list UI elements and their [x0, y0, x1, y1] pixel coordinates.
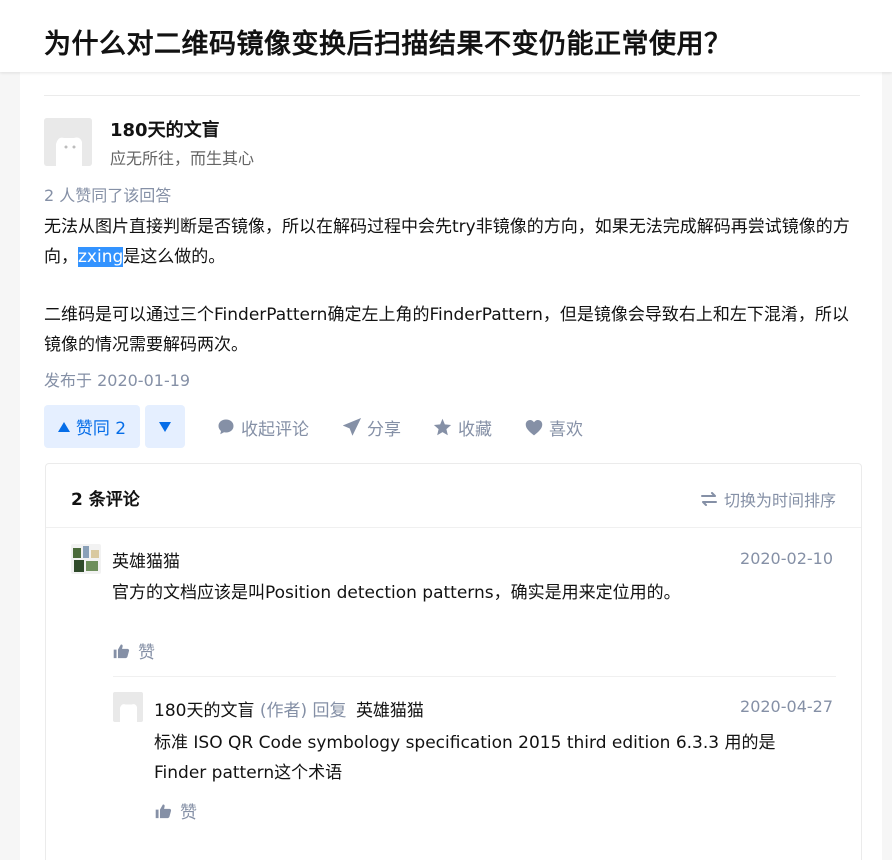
switch-arrows-icon	[700, 492, 717, 506]
collapse-comments-button[interactable]: 收起评论	[217, 415, 309, 440]
collapse-comments-label: 收起评论	[241, 419, 309, 440]
reply-like-button[interactable]: 赞	[155, 798, 197, 823]
favorite-button[interactable]: 收藏	[433, 415, 492, 440]
reply-like-label: 赞	[180, 803, 197, 823]
commenter-name[interactable]: 英雄猫猫	[112, 547, 180, 572]
author-avatar[interactable]	[44, 118, 92, 166]
comment-like-button[interactable]: 赞	[113, 638, 155, 663]
vote-down-button[interactable]	[145, 405, 185, 448]
triangle-down-icon	[159, 421, 171, 432]
commenter-avatar[interactable]	[71, 544, 101, 574]
comment-like-label: 赞	[138, 643, 155, 663]
reply-word: 回复	[312, 701, 347, 721]
publish-time[interactable]: 发布于 2020-01-19	[44, 367, 190, 391]
answer-card: 180天的文盲 应无所往，而生其心 2 人赞同了该回答 无法从图片直接判断是否镜…	[20, 40, 882, 860]
share-button[interactable]: 分享	[343, 415, 401, 440]
avatar-image	[71, 544, 101, 574]
avatar-placeholder-icon	[113, 692, 143, 722]
answer-paragraph-2: 二维码是可以通过三个FinderPattern确定左上角的FinderPatte…	[44, 305, 849, 355]
thumbs-up-icon	[155, 804, 172, 818]
comments-count: 2 条评论	[71, 490, 140, 510]
author-bio: 应无所往，而生其心	[110, 149, 255, 168]
comment-date: 2020-02-10	[740, 549, 833, 568]
avatar-placeholder-icon	[44, 118, 92, 166]
answer-actions: 赞同 2 收起评论 分享 收藏 喜欢	[44, 405, 864, 449]
comments-panel: 2 条评论 切换为时间排序 英雄猫猫 2020-02-10 官方的文档应该是叫P…	[45, 463, 862, 860]
comments-header: 2 条评论 切换为时间排序	[46, 464, 861, 528]
sort-toggle-button[interactable]: 切换为时间排序	[700, 487, 836, 511]
comment-icon	[218, 419, 234, 435]
author-tag: (作者)	[259, 701, 308, 721]
share-icon	[343, 418, 361, 436]
reply-text-line-2: Finder pattern这个术语	[154, 763, 343, 783]
favorite-label: 收藏	[458, 419, 492, 440]
vote-up-button[interactable]: 赞同 2	[44, 405, 140, 448]
heart-icon	[525, 419, 543, 435]
reply-author-name[interactable]: 180天的文盲	[154, 701, 254, 721]
reply-divider	[113, 676, 836, 677]
like-label: 喜欢	[549, 419, 583, 440]
vote-up-label: 赞同 2	[75, 419, 127, 439]
selected-text-zxing: zxing	[78, 247, 124, 267]
answer-text: 是这么做的。	[123, 247, 226, 267]
reply-author-avatar[interactable]	[113, 692, 143, 722]
reply-text-line-1: 标准 ISO QR Code symbology specification 2…	[154, 733, 776, 753]
reply-header: 180天的文盲 (作者) 回复 英雄猫猫	[154, 696, 424, 721]
sort-toggle-label: 切换为时间排序	[723, 491, 836, 510]
reply-text: 标准 ISO QR Code symbology specification 2…	[154, 728, 844, 788]
star-icon	[433, 418, 452, 436]
question-title[interactable]: 为什么对二维码镜像变换后扫描结果不变仍能正常使用？	[44, 22, 732, 61]
answer-content: 无法从图片直接判断是否镜像，所以在解码过程中会先try非镜像的方向，如果无法完成…	[44, 212, 864, 360]
author-name[interactable]: 180天的文盲	[110, 116, 220, 142]
reply-to-name[interactable]: 英雄猫猫	[356, 701, 424, 721]
like-button[interactable]: 喜欢	[525, 415, 583, 440]
share-label: 分享	[367, 419, 401, 440]
question-header: 为什么对二维码镜像变换后扫描结果不变仍能正常使用？	[0, 0, 892, 72]
thumbs-up-icon	[113, 644, 130, 658]
answer-paragraph-1: 无法从图片直接判断是否镜像，所以在解码过程中会先try非镜像的方向，如果无法完成…	[44, 212, 864, 272]
triangle-up-icon	[57, 421, 70, 432]
comment-text: 官方的文档应该是叫Position detection patterns，确实是…	[112, 583, 681, 603]
voters-count[interactable]: 2 人赞同了该回答	[44, 182, 171, 206]
reply-date: 2020-04-27	[740, 697, 833, 716]
